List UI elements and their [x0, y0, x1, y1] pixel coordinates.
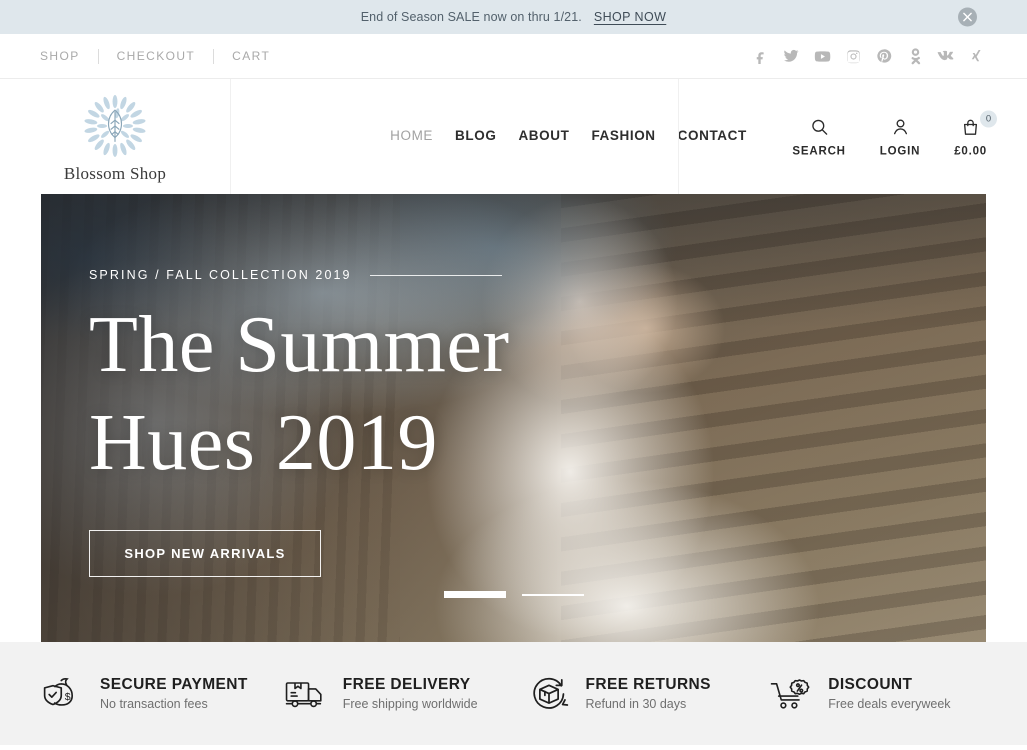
- announcement-bar: End of Season SALE now on thru 1/21. SHO…: [0, 0, 1027, 34]
- facebook-icon[interactable]: [750, 46, 770, 66]
- header-actions: SEARCH LOGIN 0 £0.00: [792, 110, 997, 157]
- announcement-text: End of Season SALE now on thru 1/21.: [360, 10, 582, 24]
- nav-item-blog[interactable]: BLOG: [455, 128, 496, 143]
- instagram-icon[interactable]: [843, 46, 863, 66]
- hero-section: SPRING / FALL COLLECTION 2019 The Summer…: [0, 194, 1027, 642]
- discount-cart-icon: [768, 671, 814, 717]
- search-button[interactable]: SEARCH: [792, 116, 845, 157]
- brand-name: Blossom Shop: [63, 163, 167, 183]
- divider: [678, 79, 679, 194]
- secure-payment-icon: $: [40, 671, 86, 717]
- search-icon: [810, 116, 829, 138]
- slider-pagination: [41, 591, 986, 598]
- odnoklassniki-icon[interactable]: [905, 46, 925, 66]
- utility-link-cart[interactable]: CART: [214, 49, 288, 63]
- cart-count-badge: 0: [980, 110, 997, 127]
- nav-item-contact[interactable]: CONTACT: [678, 128, 747, 143]
- vk-icon[interactable]: [936, 46, 956, 66]
- close-circle-icon[interactable]: [958, 7, 977, 27]
- feature-subtitle: Free deals everyweek: [828, 696, 951, 711]
- nav-item-about[interactable]: ABOUT: [518, 128, 569, 143]
- hero-slide: SPRING / FALL COLLECTION 2019 The Summer…: [41, 194, 986, 642]
- feature-subtitle: Refund in 30 days: [585, 696, 687, 711]
- utility-link-shop[interactable]: SHOP: [40, 49, 98, 63]
- feature-title: FREE DELIVERY: [342, 675, 471, 693]
- hero-eyebrow: SPRING / FALL COLLECTION 2019: [89, 268, 946, 282]
- feature-title: SECURE PAYMENT: [100, 675, 248, 693]
- search-label: SEARCH: [792, 145, 846, 157]
- feature-strip: $ SECURE PAYMENT No transaction fees FRE…: [0, 642, 1027, 745]
- svg-text:$: $: [65, 691, 71, 703]
- nav-item-fashion[interactable]: FASHION: [591, 128, 655, 143]
- hero-eyebrow-text: SPRING / FALL COLLECTION 2019: [89, 268, 352, 282]
- divider: [230, 79, 231, 194]
- returns-box-icon: [526, 671, 572, 717]
- utility-bar: SHOP CHECKOUT CART: [0, 34, 1027, 79]
- utility-link-checkout[interactable]: CHECKOUT: [99, 49, 214, 63]
- social-links: [750, 46, 987, 66]
- hero-title: The Summer Hues 2019: [89, 296, 946, 492]
- shop-new-arrivals-button[interactable]: SHOP NEW ARRIVALS: [89, 530, 321, 577]
- user-icon: [891, 116, 910, 138]
- feature-title: FREE RETURNS: [585, 675, 711, 693]
- hero-content: SPRING / FALL COLLECTION 2019 The Summer…: [89, 268, 946, 577]
- shopping-bag-icon: [961, 116, 980, 138]
- logo-link[interactable]: Blossom Shop: [0, 79, 230, 194]
- pinterest-icon[interactable]: [874, 46, 894, 66]
- twitter-icon[interactable]: [781, 46, 801, 66]
- feature-subtitle: No transaction fees: [100, 696, 208, 711]
- youtube-icon[interactable]: [812, 46, 832, 66]
- cart-button[interactable]: 0 £0.00: [954, 110, 997, 157]
- divider: [369, 274, 502, 276]
- hero-title-line-2: Hues 2019: [89, 399, 438, 487]
- slider-dot-2[interactable]: [521, 593, 584, 596]
- blossom-leaf-icon: [84, 94, 146, 157]
- announcement-shop-now-link[interactable]: SHOP NOW: [594, 10, 666, 24]
- feature-free-delivery: FREE DELIVERY Free shipping worldwide: [271, 671, 514, 717]
- xing-icon[interactable]: [967, 46, 987, 66]
- site-header: Blossom Shop HOME BLOG ABOUT FASHION CON…: [0, 79, 1027, 194]
- login-label: LOGIN: [879, 145, 921, 157]
- slider-dot-1[interactable]: [443, 591, 506, 598]
- nav-item-home[interactable]: HOME: [390, 128, 433, 143]
- delivery-truck-icon: [283, 671, 329, 717]
- feature-secure-payment: $ SECURE PAYMENT No transaction fees: [28, 671, 271, 717]
- utility-links: SHOP CHECKOUT CART: [40, 48, 288, 64]
- cart-total-label: £0.00: [954, 145, 987, 157]
- feature-title: DISCOUNT: [828, 675, 913, 693]
- feature-discount: DISCOUNT Free deals everyweek: [756, 671, 999, 717]
- feature-subtitle: Free shipping worldwide: [342, 696, 478, 711]
- login-button[interactable]: LOGIN: [880, 116, 920, 157]
- hero-title-line-1: The Summer: [89, 301, 510, 389]
- feature-free-returns: FREE RETURNS Refund in 30 days: [514, 671, 757, 717]
